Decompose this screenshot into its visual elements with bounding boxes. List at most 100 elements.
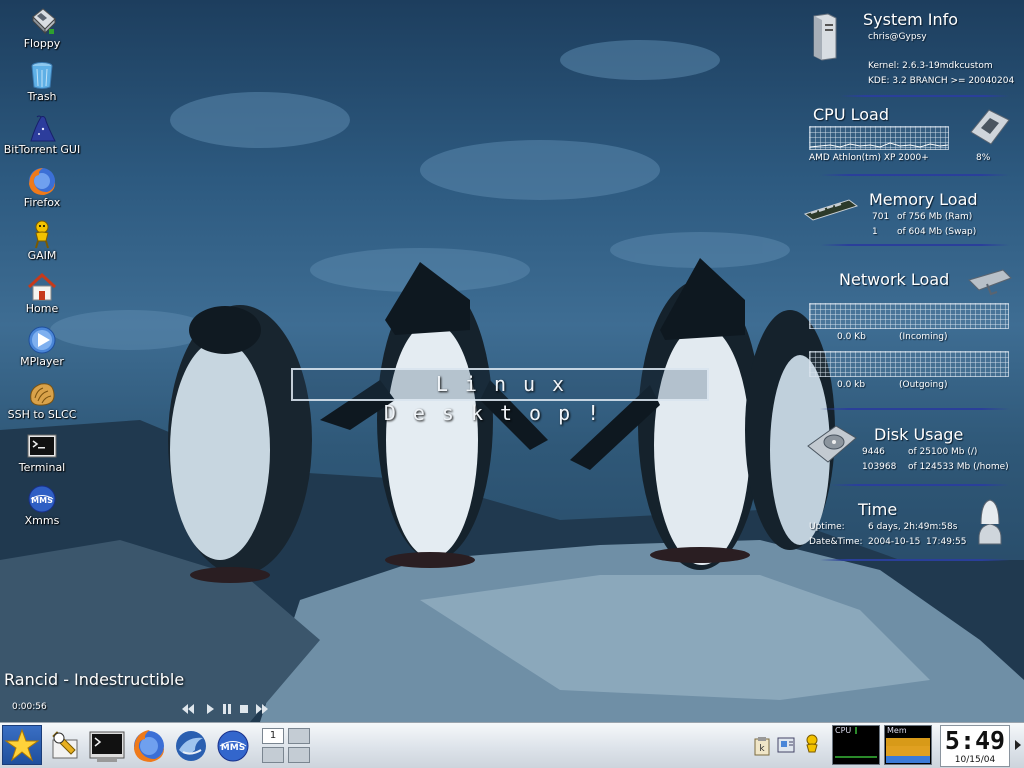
gaim-icon bbox=[35, 220, 49, 249]
pause-icon[interactable] bbox=[220, 702, 234, 716]
play-icon[interactable] bbox=[204, 702, 216, 716]
computer-tower-icon bbox=[813, 13, 837, 61]
terminal-launcher[interactable] bbox=[89, 728, 125, 764]
terminal-icon bbox=[89, 731, 125, 762]
now-playing-title: Rancid - Indestructible bbox=[4, 670, 185, 689]
trash-icon bbox=[31, 62, 53, 89]
cpu-percent: 8% bbox=[976, 153, 991, 163]
terminal-icon bbox=[27, 434, 57, 458]
cpu-chip-icon bbox=[970, 109, 1010, 145]
desktop-icon-bittorrent[interactable]: BitTorrent GUI bbox=[2, 111, 82, 161]
desktop-icon-label: Xmms bbox=[24, 514, 60, 527]
svg-text:MMS: MMS bbox=[221, 743, 245, 753]
home-icon bbox=[27, 272, 57, 301]
pager-desktop-1[interactable]: 1 bbox=[262, 728, 284, 744]
now-playing-elapsed: 0:00:56 bbox=[12, 702, 47, 712]
desktop-icon-label: GAIM bbox=[27, 249, 57, 262]
firefox-launcher[interactable] bbox=[131, 728, 167, 764]
memory-load-title: Memory Load bbox=[869, 190, 978, 209]
disk-root-total: of 25100 Mb (/) bbox=[908, 447, 978, 457]
separator bbox=[820, 559, 1010, 561]
gaim-tray-icon[interactable] bbox=[802, 734, 822, 756]
xmms-icon: MMS bbox=[28, 485, 56, 513]
stop-icon[interactable] bbox=[238, 702, 250, 716]
desktop-icon-trash[interactable]: Trash bbox=[2, 58, 82, 108]
pager-desktop-2[interactable] bbox=[288, 728, 310, 744]
svg-text:MMS: MMS bbox=[31, 496, 53, 505]
next-icon[interactable] bbox=[254, 702, 270, 716]
desktop-icon-firefox[interactable]: Firefox bbox=[2, 164, 82, 214]
desktop-icon-label: Terminal bbox=[18, 461, 66, 474]
system-info-title: System Info bbox=[863, 10, 959, 29]
cpu-load-title: CPU Load bbox=[813, 105, 889, 124]
panel-arrow-right-icon[interactable] bbox=[1013, 739, 1022, 751]
kmenu-button[interactable] bbox=[2, 725, 42, 765]
desktop-icon-label: MPlayer bbox=[20, 355, 64, 368]
separator bbox=[820, 244, 1010, 246]
disk-home-used: 103968 bbox=[862, 462, 897, 472]
memory-ram-total: of 756 Mb (Ram) bbox=[897, 212, 973, 222]
disk-usage-title: Disk Usage bbox=[874, 425, 964, 444]
desktop-icon-ssh[interactable]: SSH to SLCC bbox=[2, 376, 82, 426]
datetime-value: 2004-10-15 17:49:55 bbox=[868, 537, 967, 547]
cpu-model: AMD Athlon(tm) XP 2000+ bbox=[809, 153, 929, 163]
desktop-icon-label: SSH to SLCC bbox=[7, 408, 77, 421]
network-tray-icon[interactable] bbox=[776, 734, 798, 756]
network-card-icon bbox=[968, 269, 1012, 296]
thunderbird-icon bbox=[176, 731, 206, 761]
media-controls bbox=[180, 702, 280, 716]
svg-text:k: k bbox=[759, 744, 765, 754]
desktop-icon-xmms[interactable]: MMS Xmms bbox=[2, 482, 82, 532]
memory-ram-used: 701 bbox=[872, 212, 890, 222]
previous-icon[interactable] bbox=[180, 702, 196, 716]
memory-module-icon bbox=[803, 199, 859, 221]
linux-desktop-banner: Linux Desktop! bbox=[291, 368, 709, 425]
thunderbird-launcher[interactable] bbox=[173, 728, 209, 764]
network-incoming-graph bbox=[809, 303, 1009, 329]
system-kernel: Kernel: 2.6.3-19mdkcustom bbox=[868, 61, 993, 71]
clock-time: 5:49 bbox=[944, 726, 1006, 755]
desktop-icon-label: Trash bbox=[27, 90, 57, 103]
network-in-value: 0.0 Kb bbox=[837, 332, 866, 342]
desktop-icon-label: Floppy bbox=[23, 37, 61, 50]
firefox-icon bbox=[29, 168, 56, 195]
desktop-icon-floppy[interactable]: Floppy bbox=[2, 5, 82, 55]
firefox-icon bbox=[134, 730, 165, 762]
editor-launcher[interactable] bbox=[47, 728, 83, 764]
network-out-label: (Outgoing) bbox=[899, 380, 948, 390]
clock-applet[interactable]: 5:49 10/15/04 bbox=[940, 725, 1010, 767]
hard-disk-icon bbox=[807, 425, 857, 463]
system-user: chris@Gypsy bbox=[868, 32, 927, 42]
separator bbox=[820, 408, 1010, 410]
system-tray: k bbox=[752, 732, 824, 760]
desktop-icon-mplayer[interactable]: MPlayer bbox=[2, 323, 82, 373]
desktop-icon-home[interactable]: Home bbox=[2, 270, 82, 320]
klipper-icon[interactable]: k bbox=[752, 736, 772, 756]
xmms-launcher[interactable]: MMS bbox=[215, 728, 251, 764]
desktop-icon-terminal[interactable]: Terminal bbox=[2, 429, 82, 479]
network-outgoing-graph bbox=[809, 351, 1009, 377]
desktop-icon-gaim[interactable]: GAIM bbox=[2, 217, 82, 267]
pager-desktop-3[interactable] bbox=[262, 747, 284, 763]
desktop-pager: 1 bbox=[262, 726, 314, 766]
network-out-value: 0.0 kb bbox=[837, 380, 866, 390]
separator bbox=[830, 484, 1010, 486]
clock-date: 10/15/04 bbox=[954, 755, 996, 765]
datetime-label: Date&Time: bbox=[809, 537, 863, 547]
time-title: Time bbox=[858, 500, 898, 519]
uptime-label: Uptime: bbox=[809, 522, 845, 532]
floppy-icon bbox=[32, 8, 56, 35]
kmenu-star-icon bbox=[4, 728, 40, 762]
network-in-label: (Incoming) bbox=[899, 332, 948, 342]
separator bbox=[820, 174, 1010, 176]
separator bbox=[840, 95, 1010, 97]
network-load-title: Network Load bbox=[839, 270, 950, 289]
pager-desktop-4[interactable] bbox=[288, 747, 310, 763]
desktop-icon-label: Home bbox=[25, 302, 59, 315]
shell-icon bbox=[30, 383, 55, 406]
xmms-icon: MMS bbox=[217, 730, 249, 762]
cpu-monitor-applet[interactable]: CPU bbox=[832, 725, 880, 765]
memory-monitor-applet[interactable]: Mem bbox=[884, 725, 932, 765]
disk-home-total: of 124533 Mb (/home) bbox=[908, 462, 1009, 472]
memory-swap-total: of 604 Mb (Swap) bbox=[897, 227, 977, 237]
